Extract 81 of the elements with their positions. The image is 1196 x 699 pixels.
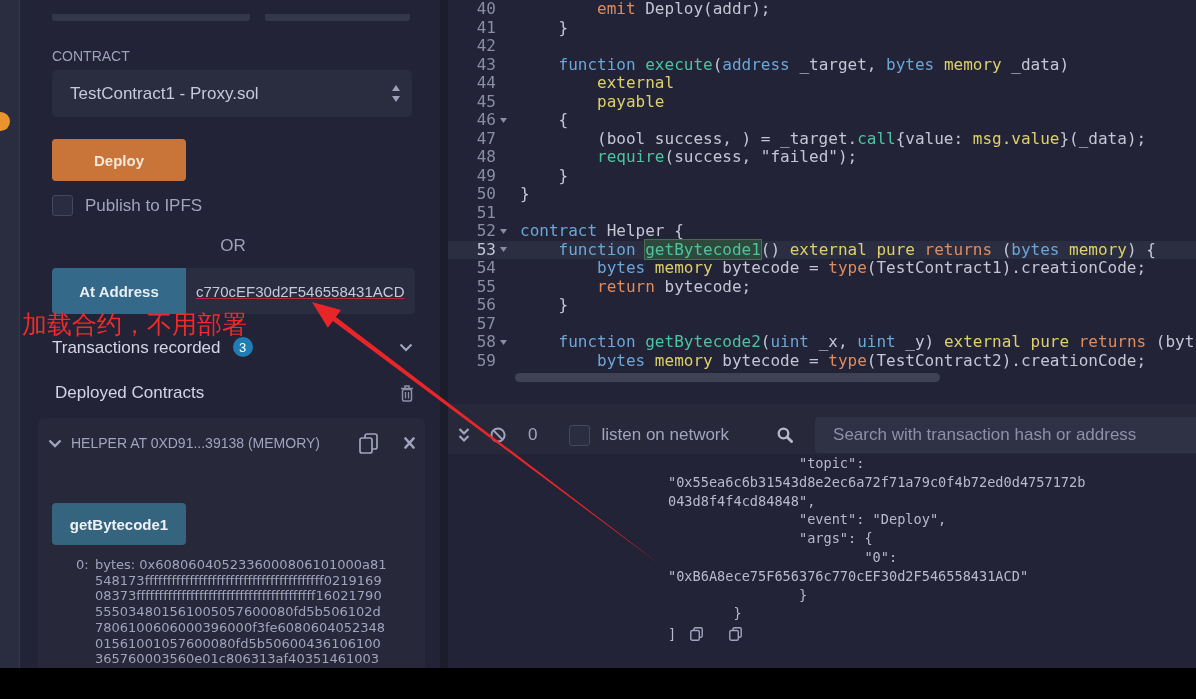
transactions-label[interactable]: Transactions recorded [52, 338, 221, 356]
code-line: function getBytecode2(uint _x, uint _y) external pure returns (byt [558, 332, 1195, 351]
log-line: "0": [864, 549, 898, 565]
line-number: 55 [475, 277, 496, 296]
code-line: emit Deploy(addr); [597, 0, 771, 18]
trash-icon[interactable] [400, 384, 414, 402]
code-line: external [597, 73, 675, 92]
code-line: bytes memory bytecode = type(TestContract1).creationCode; [597, 258, 1147, 277]
code-line: function getBytecode1() external pure returns (bytes memory) { [558, 239, 1156, 259]
line-number: 57 [475, 314, 496, 333]
log-line: } [733, 605, 742, 622]
instance-title: HELPER AT 0XD91...39138 (MEMORY) [71, 434, 320, 452]
line-number: 43 [475, 55, 496, 74]
pending-count: 0 [528, 425, 538, 445]
line-number: 58 [475, 333, 496, 352]
code-line: } [558, 295, 569, 314]
chevron-down-icon[interactable] [48, 438, 62, 448]
log-line: "topic": [798, 455, 865, 471]
contract-label: CONTRACT [52, 47, 130, 65]
line-number: 42 [475, 37, 496, 56]
code-line: } [558, 165, 569, 185]
search-field[interactable]: Search with transaction hash or address [815, 417, 1196, 453]
caret-updown-icon [392, 85, 400, 102]
line-number: 53 [475, 240, 496, 259]
copy-icon[interactable] [729, 627, 743, 642]
code-line: return bytecode; [597, 276, 752, 296]
log-line: ] [668, 624, 677, 644]
function-button[interactable]: getBytecode1 [52, 503, 186, 545]
log-line: "0xB6A8ece75F656376c770cEF30d2F546558431ACD" [668, 567, 1029, 584]
log-line: "args": { [798, 530, 873, 547]
code-line: contract Helper { [520, 221, 684, 240]
code-line: } [520, 184, 530, 203]
line-number: 44 [475, 74, 496, 93]
copy-icon[interactable] [359, 432, 378, 454]
output-index: 0: [76, 557, 90, 574]
line-number: 46 [475, 111, 496, 130]
code-line: function execute(address _target, bytes memory _data) [558, 54, 1070, 74]
annotation-text: 加载合约，不用部署 [22, 312, 247, 338]
code-line: require(success, "failed"); [597, 147, 858, 166]
badge-icon [0, 112, 10, 131]
fold-arrow-icon[interactable] [500, 339, 507, 345]
fold-arrow-icon[interactable] [500, 247, 507, 253]
section-title: Deployed Contracts [55, 383, 205, 403]
line-number: 49 [475, 166, 496, 185]
line-number: 48 [475, 148, 496, 167]
scrollbar-thumb[interactable] [515, 373, 940, 382]
fold-arrow-icon[interactable] [500, 228, 507, 234]
contract-select[interactable]: TestContract1 - Proxy.sol [52, 70, 412, 117]
code-line: payable [597, 91, 665, 111]
double-chevron-down-icon[interactable] [458, 427, 470, 443]
log-line: "event": "Deploy", [798, 511, 947, 528]
checkbox-label: listen on network [601, 425, 730, 445]
line-number: 50 [475, 185, 496, 204]
line-number: 51 [475, 203, 496, 222]
checkbox[interactable] [52, 195, 73, 216]
fold-arrow-icon[interactable] [500, 117, 507, 123]
copy-icon[interactable] [690, 627, 704, 642]
log-line: } [798, 586, 808, 603]
log-line: "0x55ea6c6b31543d8e2ec6a72f71a79c0f4b72ed0d4757172b [668, 473, 1086, 490]
code-line: } [558, 17, 569, 37]
code-line: (bool success, ) = _target.call{value: msg.value}(_data); [597, 128, 1147, 148]
line-number: 54 [475, 259, 496, 278]
ban-icon[interactable] [490, 427, 506, 443]
output-value: bytes: 0x6080604052336000806101000a81548173ffffffffffffffffffffffffffffffffffffffff021916908373ffffffffffffffffffffffffffffffffffffffff16021790555034801561005057600080fd5b506102d7806100606000396000f3fe608060405234801561001057600080fd5b50600436106100365760003560e01c806313af40351461003 [95, 557, 387, 667]
code-line: { [558, 110, 569, 129]
code-line: bytes memory bytecode = type(TestContract2).creationCode; [597, 350, 1147, 370]
chevron-down-icon[interactable] [399, 342, 413, 352]
line-number: 45 [475, 92, 496, 111]
line-number: 52 [475, 222, 496, 241]
search-icon[interactable] [777, 427, 794, 443]
close-icon[interactable] [404, 437, 415, 449]
log-line: 043d8f4f4cd84848", [668, 492, 816, 509]
line-number: 56 [475, 296, 496, 315]
or-label: OR [220, 236, 246, 256]
checkbox[interactable] [569, 424, 591, 446]
line-number: 40 [475, 0, 496, 19]
line-number: 59 [475, 351, 496, 370]
count-badge: 3 [232, 337, 253, 357]
line-number: 41 [475, 18, 496, 37]
line-number: 47 [475, 129, 496, 148]
checkbox-label: Publish to IPFS [85, 195, 203, 216]
